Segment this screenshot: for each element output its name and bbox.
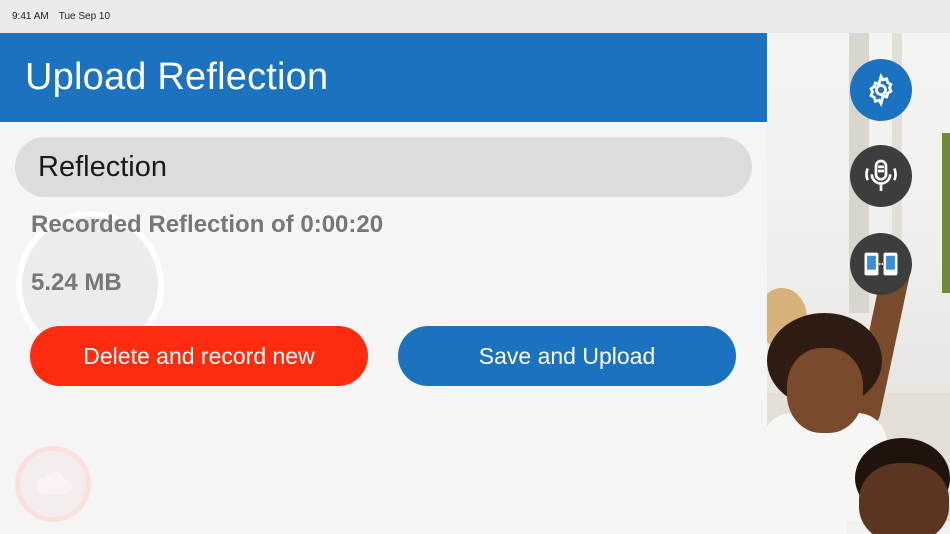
- status-time: 9:41 AM: [12, 11, 49, 22]
- photo-child-face: [787, 348, 863, 433]
- upload-reflection-panel: Upload Reflection Reflection Recorded Re…: [0, 33, 767, 534]
- recording-duration-label: Recorded Reflection of 0:00:20: [31, 211, 384, 238]
- header-bar: Upload Reflection: [0, 33, 767, 122]
- delete-and-record-new-button[interactable]: Delete and record new: [30, 326, 368, 386]
- file-size-label: 5.24 MB: [31, 269, 122, 296]
- background-upload-button-ghost: [15, 446, 91, 522]
- photo-child2-face: [859, 463, 949, 534]
- microphone-icon: [865, 159, 897, 191]
- connected-devices-button[interactable]: [850, 233, 912, 295]
- save-and-upload-button[interactable]: Save and Upload: [398, 326, 736, 386]
- reflection-title-field[interactable]: Reflection: [15, 137, 752, 197]
- page-title: Upload Reflection: [25, 56, 329, 98]
- status-bar: 9:41 AM Tue Sep 10: [0, 0, 950, 33]
- record-reflection-button[interactable]: [850, 145, 912, 207]
- photo-plant: [942, 133, 950, 293]
- status-date: Tue Sep 10: [58, 11, 111, 22]
- cloud-icon: [35, 471, 71, 494]
- settings-button[interactable]: [850, 59, 912, 121]
- devices-icon: [864, 252, 898, 276]
- gear-icon: [869, 73, 893, 107]
